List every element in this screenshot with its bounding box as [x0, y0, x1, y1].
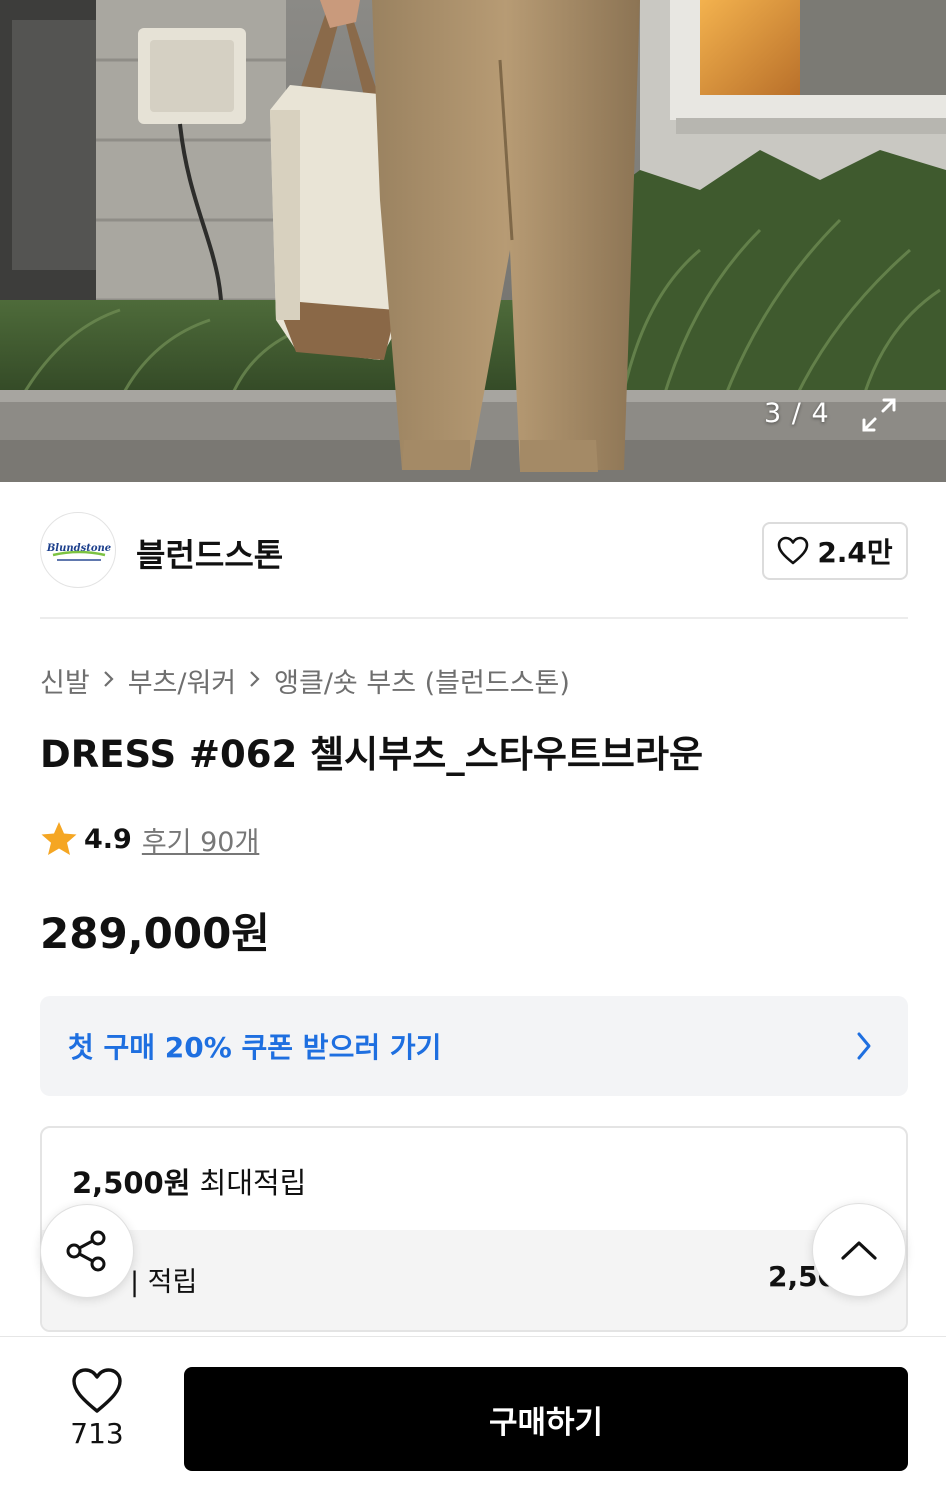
star-icon — [41, 822, 77, 855]
chevron-up-icon — [841, 1241, 877, 1260]
brand-name[interactable]: 블런드스톤 — [136, 530, 283, 576]
wishlist-count: 713 — [70, 1417, 124, 1450]
expand-icon[interactable] — [858, 394, 900, 436]
chevron-right-icon — [90, 665, 128, 696]
breadcrumb-item-ankle-boots[interactable]: 앵클/숏 부츠 (블런드스톤) — [274, 661, 570, 700]
rating-score: 4.9 — [84, 823, 132, 855]
brand-logo[interactable]: Blundstone — [40, 512, 116, 588]
wishlist-button[interactable]: 713 — [52, 1367, 142, 1467]
share-button[interactable] — [40, 1204, 134, 1298]
scroll-top-button[interactable] — [812, 1203, 906, 1297]
brand-like-count: 2.4만 — [817, 536, 893, 569]
reviews-link[interactable]: 후기 90개 — [142, 820, 259, 859]
points-row: | 적립 2,50 — [42, 1230, 906, 1330]
coupon-banner[interactable]: 첫 구매 20% 쿠폰 받으러 가기 — [40, 996, 908, 1096]
brand-row: Blundstone 블런드스톤 2.4만 — [40, 512, 908, 590]
coupon-text: 첫 구매 20% 쿠폰 받으러 가기 — [68, 1031, 442, 1064]
points-row-label: | 적립 — [130, 1267, 198, 1298]
chevron-right-icon — [236, 665, 274, 696]
breadcrumb: 신발 부츠/워커 앵클/숏 부츠 (블런드스톤) — [40, 660, 570, 700]
breadcrumb-item-boots[interactable]: 부츠/워커 — [128, 661, 236, 700]
points-card: 2,500원 최대적립 | 적립 2,50 — [40, 1126, 908, 1332]
rating: 4.9 후기 90개 — [40, 818, 259, 860]
product-price: 289,000원 — [40, 909, 270, 958]
heart-outline-icon — [778, 536, 809, 565]
share-icon — [66, 1230, 106, 1272]
product-detail-page: 3 / 4 Blundstone 블런드스톤 2.4만 신발 부츠/워커 앵클/… — [0, 0, 946, 1500]
max-points-label: 최대적립 — [199, 1166, 307, 1200]
buy-button[interactable]: 구매하기 — [184, 1367, 908, 1471]
image-counter: 3 / 4 — [764, 398, 830, 429]
divider — [40, 617, 908, 619]
heart-outline-icon — [72, 1368, 122, 1413]
breadcrumb-item-shoes[interactable]: 신발 — [40, 661, 90, 700]
brand-like-button[interactable]: 2.4만 — [762, 522, 908, 580]
bottom-action-bar: 713 구매하기 — [0, 1336, 946, 1500]
product-title: DRESS #062 첼시부츠_스타우트브라운 — [40, 733, 704, 776]
chevron-right-icon — [857, 1032, 871, 1060]
product-image-gallery[interactable]: 3 / 4 — [0, 0, 946, 482]
max-points: 2,500원 최대적립 — [72, 1160, 306, 1202]
max-points-amount: 2,500원 — [72, 1166, 191, 1200]
